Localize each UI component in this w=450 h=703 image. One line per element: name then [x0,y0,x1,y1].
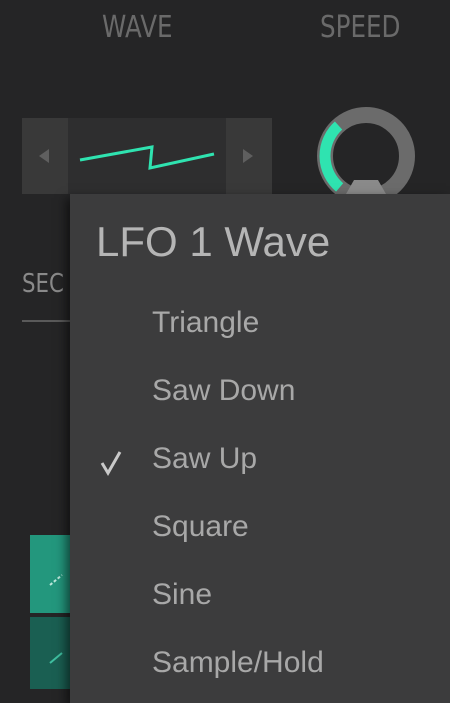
menu-item-label: Sine [152,578,213,611]
wave-display [68,118,226,194]
triangle-left-icon [39,149,49,163]
menu-item-saw-down[interactable]: Saw Down [70,360,450,428]
menu-item-saw-up[interactable]: Saw Up [70,428,450,496]
curve-icon [49,652,63,664]
menu-item-triangle[interactable]: Triangle [70,292,450,360]
wave-next-button[interactable] [226,118,272,194]
speed-header-label: SPEED [320,10,401,45]
wave-selector[interactable] [22,118,272,194]
checkmark-icon [100,451,122,476]
menu-item-sample-hold[interactable]: Sample/Hold [70,632,450,700]
lfo-wave-menu: LFO 1 Wave Triangle Saw Down Saw Up Squa… [70,194,450,703]
lfo-panel: WAVE SPEED SEC LFO 1 Wave Triangle Saw D… [0,0,450,703]
menu-item-label: Triangle [152,306,260,339]
menu-item-label: Saw Down [152,374,296,407]
menu-item-label: Sample/Hold [152,646,324,679]
section-header: SEC [18,255,82,335]
menu-item-square[interactable]: Square [70,496,450,564]
saw-up-wave-icon [79,145,215,170]
curve-icon [49,574,63,586]
menu-item-label: Saw Up [152,442,258,475]
menu-title: LFO 1 Wave [96,218,331,265]
wave-header-label: WAVE [102,10,173,45]
menu-item-label: Square [152,510,249,543]
triangle-right-icon [243,149,253,163]
section-label: SEC [22,269,64,299]
menu-item-sine[interactable]: Sine [70,564,450,632]
wave-prev-button[interactable] [22,118,68,194]
